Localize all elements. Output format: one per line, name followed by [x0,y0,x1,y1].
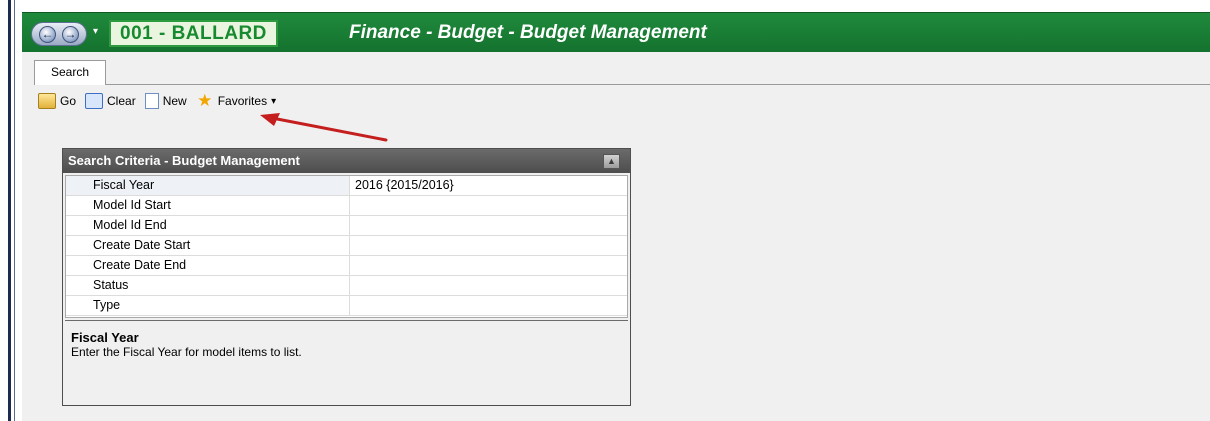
tab-strip-divider [106,84,1210,85]
tab-search[interactable]: Search [34,60,106,85]
star-icon: ★ [197,91,213,110]
favorites-label: Favorites [217,94,268,108]
new-button[interactable]: New [144,93,187,109]
criteria-label: Model Id End [66,216,350,235]
favorites-button[interactable]: ★ Favorites ▾ [196,91,277,110]
help-text: Enter the Fiscal Year for model items to… [71,345,302,359]
rail-line [14,0,15,421]
new-label: New [162,94,187,108]
chevron-down-icon: ▾ [271,95,277,107]
main-content: Search Go Clear New ★ Favorites ▾ Search… [22,52,1210,421]
page-title: Finance - Budget - Budget Management [349,22,707,43]
criteria-row-fiscal-year[interactable]: Fiscal Year 2016 {2015/2016} [66,176,627,196]
criteria-label: Type [66,296,350,315]
back-arrow-icon[interactable]: ← [39,26,56,43]
rail-bar [8,0,11,421]
criteria-value-type[interactable] [351,296,627,315]
criteria-row-status[interactable]: Status [66,276,627,296]
toolbar: Go Clear New ★ Favorites ▾ [38,88,285,114]
criteria-label: Create Date End [66,256,350,275]
panel-title: Search Criteria - Budget Management [63,149,630,173]
criteria-row-create-date-end[interactable]: Create Date End [66,256,627,276]
criteria-value-model-id-start[interactable] [351,196,627,215]
top-strip [22,0,1210,12]
go-label: Go [60,94,77,108]
criteria-row-type[interactable]: Type [66,296,627,316]
criteria-value-create-date-start[interactable] [351,236,627,255]
clear-button[interactable]: Clear [85,93,136,109]
entity-label: 001 - BALLARD [109,20,278,47]
search-criteria-panel: Search Criteria - Budget Management ▲ Fi… [62,148,631,406]
criteria-value-model-id-end[interactable] [351,216,627,235]
criteria-row-model-id-start[interactable]: Model Id Start [66,196,627,216]
folder-open-icon [38,93,56,109]
collapse-icon[interactable]: ▲ [603,154,620,169]
help-title: Fiscal Year [71,330,139,345]
title-bar: ← → ▾ 001 - BALLARD Finance - Budget - B… [22,12,1210,52]
go-button[interactable]: Go [38,93,76,109]
nav-dropdown-icon[interactable]: ▾ [93,26,98,37]
criteria-value-status[interactable] [351,276,627,295]
new-document-icon [144,93,159,109]
annotation-arrow-icon [260,113,388,142]
navigation-control: ← → [31,22,87,46]
help-pane: Fiscal Year Enter the Fiscal Year for mo… [65,320,628,404]
criteria-label: Create Date Start [66,236,350,255]
left-rail [0,0,22,421]
clear-icon [85,93,104,109]
criteria-row-model-id-end[interactable]: Model Id End [66,216,627,236]
criteria-value-create-date-end[interactable] [351,256,627,275]
criteria-grid: Fiscal Year 2016 {2015/2016} Model Id St… [65,175,628,318]
criteria-label: Fiscal Year [66,176,350,195]
criteria-row-create-date-start[interactable]: Create Date Start [66,236,627,256]
forward-arrow-icon[interactable]: → [62,26,79,43]
criteria-label: Model Id Start [66,196,350,215]
clear-label: Clear [107,94,136,108]
criteria-value-fiscal-year[interactable]: 2016 {2015/2016} [351,176,627,195]
criteria-label: Status [66,276,350,295]
